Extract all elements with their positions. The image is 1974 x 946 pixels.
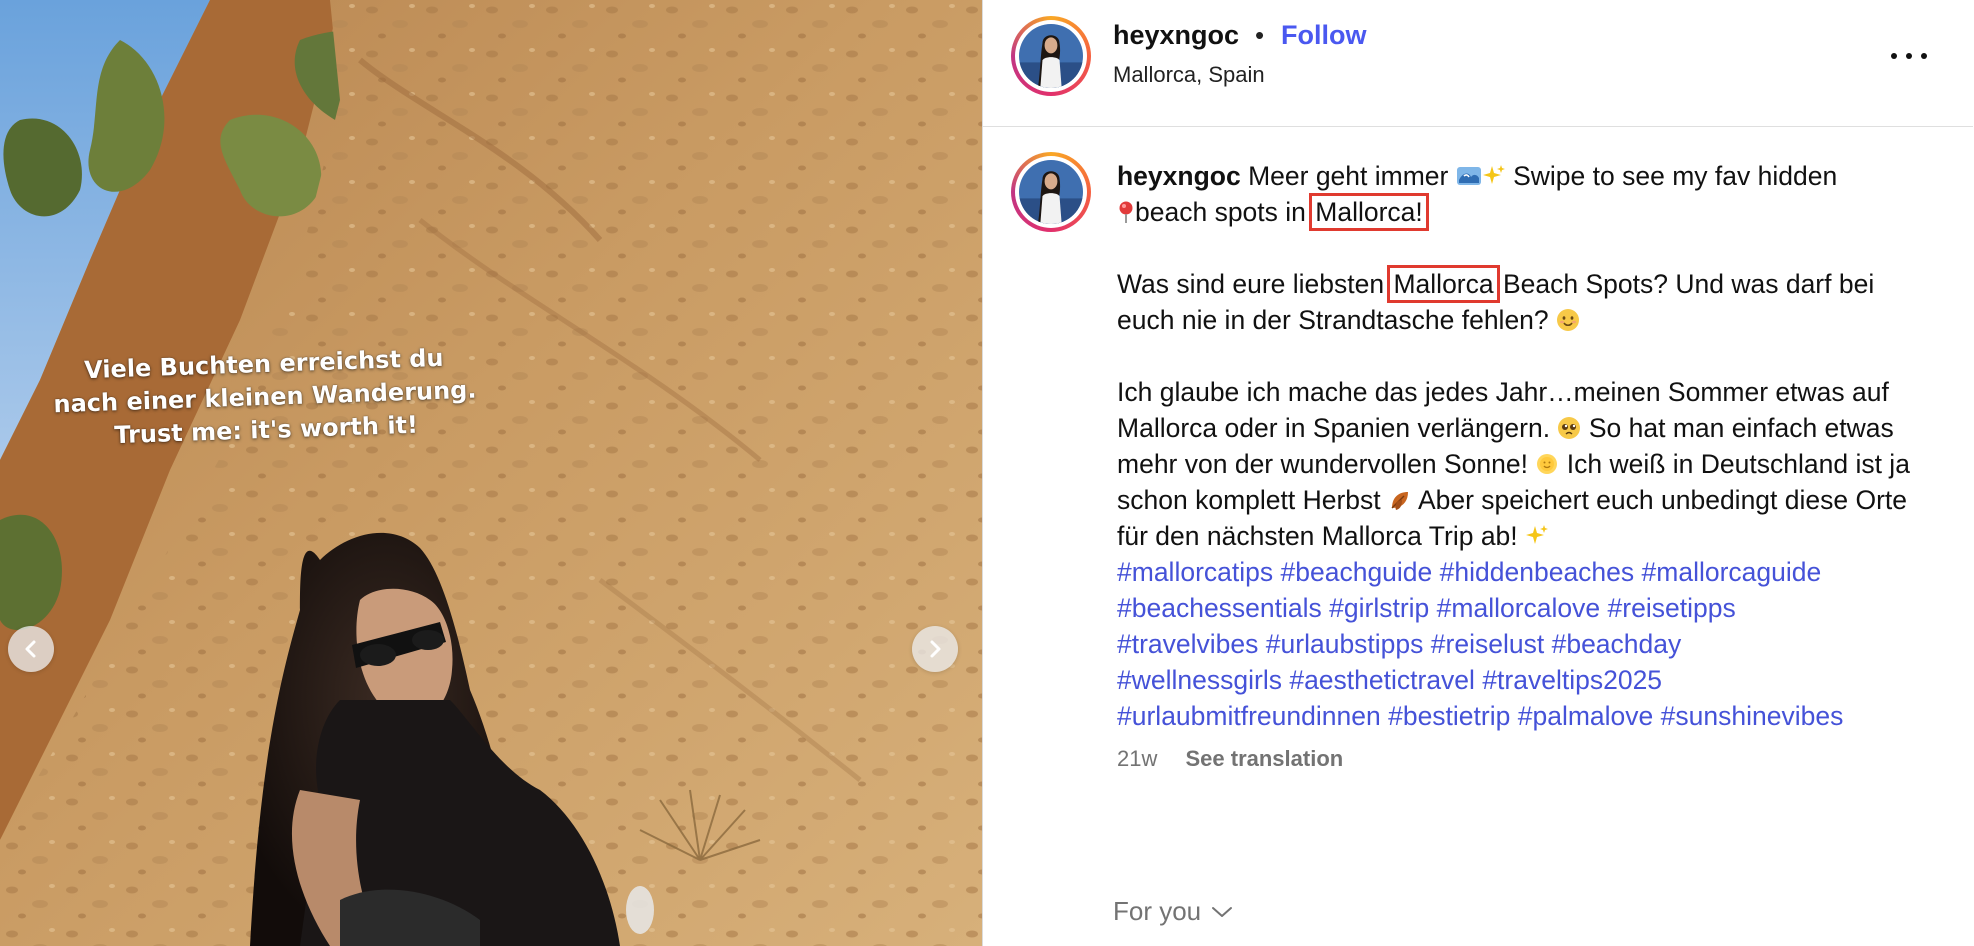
- post-meta: 21w See translation: [1117, 744, 1937, 774]
- caption-text: beach spots in: [1135, 197, 1306, 227]
- see-translation-button[interactable]: See translation: [1185, 746, 1343, 771]
- hashtag-link[interactable]: #sunshinevibes: [1661, 701, 1844, 731]
- caption-paragraph-2: Was sind eure liebsten Mallorca Beach Sp…: [1117, 265, 1937, 338]
- post-timestamp[interactable]: 21w: [1117, 746, 1157, 771]
- hashtag-link[interactable]: #beachguide: [1281, 557, 1433, 587]
- caption-paragraph-3: Ich glaube ich mache das jedes Jahr…mein…: [1117, 374, 1937, 554]
- follow-button[interactable]: Follow: [1281, 20, 1366, 51]
- for-you-dropdown[interactable]: For you: [1113, 896, 1233, 927]
- hashtag-link[interactable]: #mallorcatips: [1117, 557, 1273, 587]
- pin-icon: [1117, 200, 1135, 224]
- hashtag-link[interactable]: #girlstrip: [1329, 593, 1429, 623]
- chevron-left-icon: [25, 640, 36, 658]
- hashtag-link[interactable]: #reiselust: [1431, 629, 1544, 659]
- pleading-face-icon: [1557, 416, 1581, 440]
- hashtag-link[interactable]: #traveltips2025: [1482, 665, 1662, 695]
- post-details-panel: heyxngoc • Follow Mallorca, Spain heyxng…: [982, 0, 1974, 946]
- sparkles-icon: [1525, 524, 1549, 548]
- sun-icon: [1535, 452, 1559, 476]
- location-link[interactable]: Mallorca, Spain: [1113, 62, 1265, 88]
- chevron-right-icon: [930, 640, 941, 658]
- photo-caption-overlay: Viele Buchten erreichst du nach einer kl…: [0, 339, 532, 456]
- hashtag-link[interactable]: #hiddenbeaches: [1440, 557, 1635, 587]
- hashtag-link[interactable]: #urlaubstipps: [1266, 629, 1424, 659]
- hashtag-link[interactable]: #reisetipps: [1608, 593, 1736, 623]
- hashtag-link[interactable]: #mallorcalove: [1437, 593, 1601, 623]
- separator-dot: •: [1255, 20, 1265, 50]
- wave-icon: [1456, 164, 1482, 188]
- hashtag-link[interactable]: #travelvibes: [1117, 629, 1258, 659]
- profile-picture: [1019, 160, 1083, 224]
- hashtag-link[interactable]: #mallorcaguide: [1642, 557, 1822, 587]
- post-header: heyxngoc • Follow Mallorca, Spain: [983, 0, 1973, 127]
- hashtag-link[interactable]: #beachday: [1552, 629, 1682, 659]
- post-photo: [0, 0, 982, 946]
- header-username[interactable]: heyxngoc: [1113, 20, 1239, 51]
- hashtag-link[interactable]: #bestietrip: [1388, 701, 1510, 731]
- next-slide-button[interactable]: [912, 626, 958, 672]
- post-caption: heyxngoc Meer geht immer Swipe to see my…: [1117, 158, 1937, 774]
- sparkles-icon: [1482, 164, 1506, 188]
- hashtag-link[interactable]: #aesthetictravel: [1289, 665, 1475, 695]
- caption-text: Swipe to see my fav hidden: [1513, 161, 1838, 191]
- chevron-down-icon: [1212, 906, 1233, 917]
- caption-text: Meer geht immer: [1248, 161, 1449, 191]
- for-you-label: For you: [1113, 896, 1202, 926]
- highlighted-location-1: Mallorca!: [1309, 193, 1429, 231]
- avatar[interactable]: [1011, 16, 1091, 96]
- highlighted-location-2: Mallorca: [1387, 265, 1500, 303]
- more-horizontal-icon[interactable]: [1891, 46, 1927, 66]
- hashtag-link[interactable]: #palmalove: [1518, 701, 1654, 731]
- caption-text: Was sind eure liebsten: [1117, 269, 1385, 299]
- caption-paragraph-1: heyxngoc Meer geht immer Swipe to see my…: [1117, 158, 1937, 231]
- caption-username[interactable]: heyxngoc: [1117, 161, 1241, 191]
- caption-avatar[interactable]: [1011, 152, 1091, 232]
- smile-icon: [1556, 308, 1580, 332]
- profile-picture: [1019, 24, 1083, 88]
- previous-slide-button[interactable]: [8, 626, 54, 672]
- leaves-icon: [1388, 488, 1412, 512]
- post-media[interactable]: Viele Buchten erreichst du nach einer kl…: [0, 0, 982, 946]
- hashtag-list: #mallorcatips #beachguide #hiddenbeaches…: [1117, 554, 1937, 734]
- hashtag-link[interactable]: #wellnessgirls: [1117, 665, 1282, 695]
- hashtag-link[interactable]: #urlaubmitfreundinnen: [1117, 701, 1381, 731]
- hashtag-link[interactable]: #beachessentials: [1117, 593, 1322, 623]
